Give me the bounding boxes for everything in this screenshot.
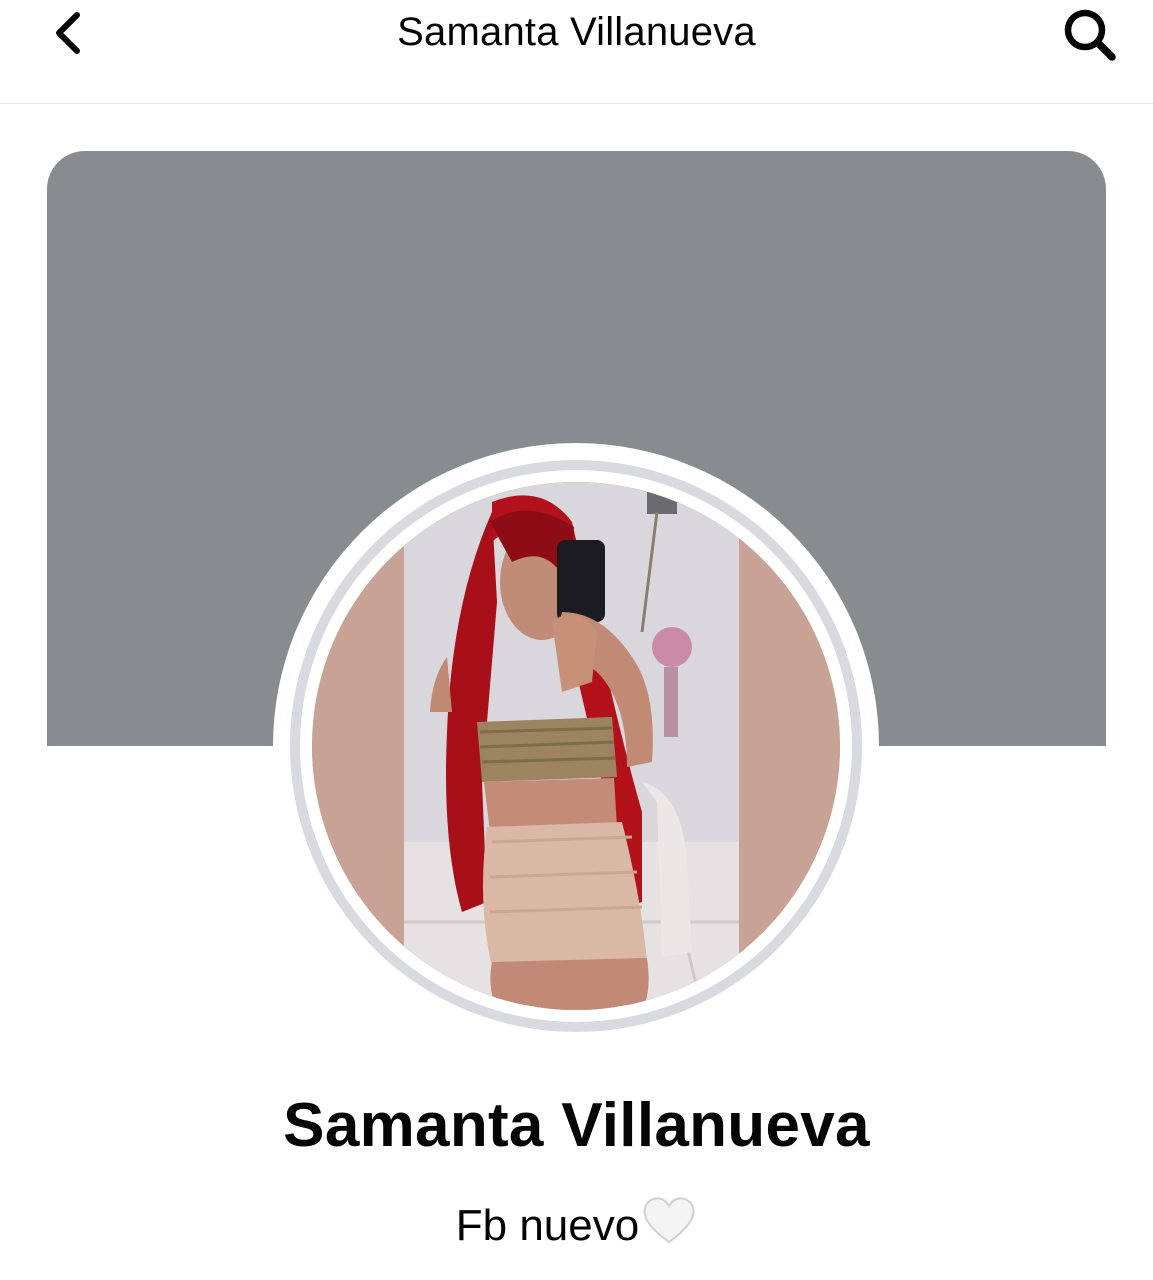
profile-bio: Fb nuevo bbox=[0, 1196, 1153, 1257]
page-title: Samanta Villanueva bbox=[397, 10, 756, 54]
search-icon bbox=[1064, 9, 1116, 61]
white-heart-icon bbox=[641, 1196, 697, 1257]
top-navigation-bar: Samanta Villanueva bbox=[0, 0, 1153, 104]
profile-photo bbox=[312, 482, 840, 1010]
profile-name: Samanta Villanueva bbox=[283, 1091, 870, 1160]
bio-text: Fb nuevo bbox=[455, 1201, 640, 1250]
profile-avatar[interactable] bbox=[312, 482, 840, 1010]
search-button[interactable] bbox=[1057, 2, 1123, 68]
